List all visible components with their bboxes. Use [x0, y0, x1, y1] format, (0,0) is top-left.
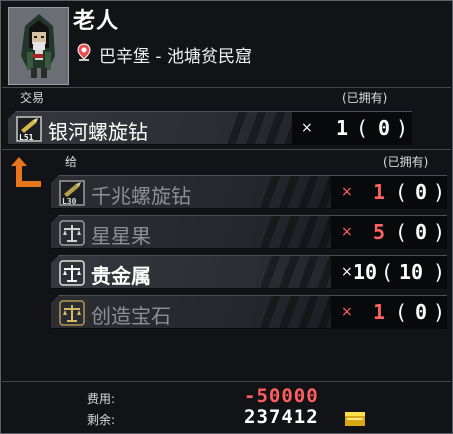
paren-open: ( [395, 220, 408, 244]
paren-open: ( [356, 116, 369, 140]
qty-required: 10 [353, 260, 378, 284]
bar-stripe [261, 176, 331, 208]
times-sign: × [341, 264, 353, 280]
give-label: 给 [65, 155, 78, 169]
map-pin-icon [77, 43, 91, 61]
drill-card-icon: L51 [16, 116, 42, 142]
times-sign: × [341, 224, 353, 240]
fee-label: 费用: [87, 392, 116, 406]
drill-card-icon: L30 [59, 180, 85, 206]
bar-stripe [261, 296, 331, 328]
qty-box: × 1 ( 0 ) [292, 112, 412, 145]
give-item-row[interactable]: 贵金属 × 10 ( 10 ) [51, 255, 447, 289]
npc-name: 老人 [73, 9, 120, 34]
give-item-row[interactable]: 星星果 × 5 ( 0 ) [51, 215, 447, 249]
give-item-row[interactable]: 创造宝石 × 1 ( 0 ) [51, 295, 447, 329]
bar-stripe [261, 256, 331, 288]
qty-box: × 1 ( 0 ) [331, 176, 447, 209]
owned-header: (已拥有) [383, 155, 429, 169]
divider [2, 87, 451, 88]
give-item-name: 贵金属 [91, 264, 151, 288]
give-item-name: 星星果 [91, 224, 151, 248]
paren-open: ( [395, 180, 408, 204]
times-sign: × [341, 304, 353, 320]
trade-item-name: 银河螺旋钻 [48, 120, 148, 144]
material-scale-icon [59, 260, 85, 286]
paren-close: ) [433, 180, 446, 204]
divider [2, 149, 451, 150]
paren-open: ( [381, 260, 394, 284]
times-sign: × [301, 120, 313, 136]
location-text: 巴辛堡 - 池塘贫民窟 [99, 47, 252, 67]
remain-value: 237412 [244, 406, 319, 428]
qty-required: 1 [373, 300, 386, 324]
paren-open: ( [395, 300, 408, 324]
times-sign: × [341, 184, 353, 200]
bar-stripe [261, 216, 331, 248]
paren-close: ) [433, 220, 446, 244]
hooded-old-man-icon [9, 8, 68, 84]
qty-box: × 10 ( 10 ) [331, 256, 447, 289]
trade-label: 交易 [20, 91, 45, 105]
qty-owned: 0 [378, 116, 391, 140]
qty-box: × 1 ( 0 ) [331, 296, 447, 329]
tier-label: L51 [19, 133, 34, 142]
qty-required: 1 [373, 180, 386, 204]
trade-dialog: 老人 巴辛堡 - 池塘贫民窟 交易 (已拥有) L51 银河螺旋钻 × 1 ( … [0, 0, 453, 434]
paren-close: ) [433, 300, 446, 324]
qty-owned: 0 [415, 300, 428, 324]
tier-label: L30 [62, 197, 77, 206]
fee-value: -50000 [244, 385, 319, 407]
qty-owned: 0 [415, 180, 428, 204]
owned-header: (已拥有) [342, 91, 388, 105]
trade-item-row[interactable]: L51 银河螺旋钻 × 1 ( 0 ) [8, 111, 412, 145]
exchange-arrow-icon [11, 157, 43, 193]
give-item-name: 创造宝石 [91, 304, 171, 328]
gold-coin-icon [344, 411, 366, 427]
qty-box: × 5 ( 0 ) [331, 216, 447, 249]
paren-close: ) [396, 116, 409, 140]
qty-required: 5 [373, 220, 386, 244]
qty-required: 1 [336, 116, 349, 140]
give-item-name: 千兆螺旋钻 [91, 184, 191, 208]
material-scale-icon [59, 220, 85, 246]
remain-label: 剩余: [87, 413, 116, 427]
qty-owned: 10 [399, 260, 424, 284]
npc-portrait [8, 7, 69, 85]
paren-close: ) [433, 260, 446, 284]
divider [2, 381, 451, 382]
bar-stripe [228, 112, 298, 144]
material-scale-gold-icon [59, 300, 85, 326]
qty-owned: 0 [415, 220, 428, 244]
give-item-row[interactable]: L30 千兆螺旋钻 × 1 ( 0 ) [51, 175, 447, 209]
